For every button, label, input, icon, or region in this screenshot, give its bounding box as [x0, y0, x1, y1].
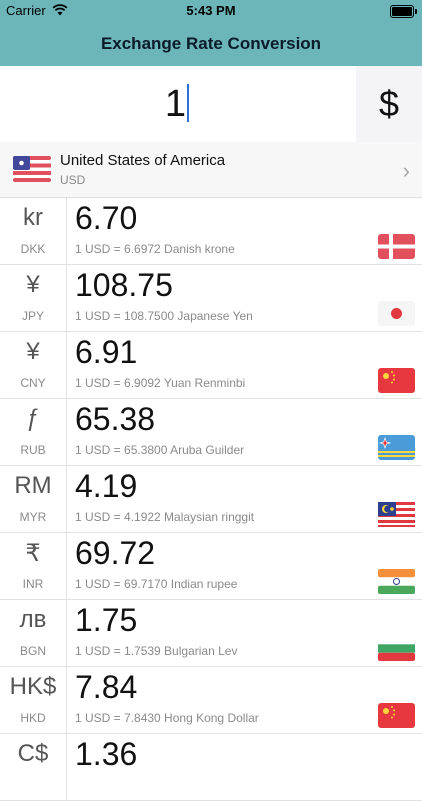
us-flag-icon — [13, 156, 51, 182]
bulgaria-flag-icon — [378, 636, 415, 661]
converted-value: 1.36 — [75, 736, 138, 772]
currency-symbol-cell: RM MYR — [0, 466, 67, 532]
currency-symbol-cell: ¥ CNY — [0, 332, 67, 398]
currency-code: JPY — [21, 309, 44, 323]
currency-symbol: kr — [23, 204, 43, 231]
rate-row-rub[interactable]: ƒ RUB 65.38 1 USD = 65.3800 Aruba Guilde… — [0, 399, 422, 466]
rate-description: 1 USD = 108.7500 Japanese Yen — [75, 309, 253, 323]
denmark-flag-icon — [378, 234, 415, 259]
converted-value: 1.75 — [75, 602, 138, 638]
china-flag-icon — [378, 703, 415, 728]
currency-symbol-cell: ¥ JPY — [0, 265, 67, 331]
currency-code: RUB — [20, 443, 46, 457]
currency-symbol: ₹ — [25, 540, 41, 567]
india-flag-icon — [378, 569, 415, 594]
base-currency-row[interactable]: United States of America USD › — [0, 142, 422, 198]
rate-row-dkk[interactable]: kr DKK 6.70 1 USD = 6.6972 Danish krone — [0, 198, 422, 265]
rate-row-inr[interactable]: ₹ INR 69.72 1 USD = 69.7170 Indian rupee — [0, 533, 422, 600]
currency-code: MYR — [19, 510, 47, 524]
malaysia-flag-icon — [378, 502, 415, 527]
rate-description: 1 USD = 65.3800 Aruba Guilder — [75, 443, 245, 457]
currency-symbol-cell: ƒ RUB — [0, 399, 67, 465]
rate-row-bgn[interactable]: лв BGN 1.75 1 USD = 1.7539 Bulgarian Lev — [0, 600, 422, 667]
rate-description: 1 USD = 4.1922 Malaysian ringgit — [75, 510, 255, 524]
rate-description: 1 USD = 1.7539 Bulgarian Lev — [75, 644, 238, 658]
currency-symbol: HK$ — [9, 673, 57, 700]
rate-row-hkd[interactable]: HK$ HKD 7.84 1 USD = 7.8430 Hong Kong Do… — [0, 667, 422, 734]
currency-code: DKK — [20, 242, 46, 256]
amount-value: 1 — [164, 83, 187, 125]
base-country-name: United States of America — [60, 152, 226, 169]
rates-list: kr DKK 6.70 1 USD = 6.6972 Danish krone … — [0, 198, 422, 801]
currency-symbol: ƒ — [26, 405, 40, 432]
currency-symbol: C$ — [17, 740, 49, 767]
base-currency-code: USD — [60, 173, 86, 187]
amount-input-row: 1 $ — [0, 66, 422, 143]
currency-symbol: ¥ — [26, 271, 40, 298]
currency-symbol: ¥ — [26, 338, 40, 365]
currency-symbol-cell: kr DKK — [0, 198, 67, 264]
currency-symbol-cell: HK$ HKD — [0, 667, 67, 733]
currency-symbol: RM — [14, 472, 52, 499]
currency-symbol-cell: ₹ INR — [0, 533, 67, 599]
currency-symbol-cell: лв BGN — [0, 600, 67, 666]
rate-description: 1 USD = 69.7170 Indian rupee — [75, 577, 238, 591]
currency-code: BGN — [19, 644, 46, 658]
currency-symbol: лв — [19, 606, 47, 633]
rate-row-jpy[interactable]: ¥ JPY 108.75 1 USD = 108.7500 Japanese Y… — [0, 265, 422, 332]
japan-flag-icon — [378, 301, 415, 326]
rate-description: 1 USD = 6.6972 Danish krone — [75, 242, 235, 256]
rate-description: 1 USD = 6.9092 Yuan Renminbi — [75, 376, 246, 390]
china-flag-icon — [378, 368, 415, 393]
amount-input[interactable]: 1 — [0, 84, 354, 124]
rate-row-partial[interactable]: C$ 1.36 — [0, 734, 422, 801]
rate-description: 1 USD = 7.8430 Hong Kong Dollar — [75, 711, 259, 725]
aruba-flag-icon — [378, 435, 415, 460]
converted-value: 108.75 — [75, 267, 173, 303]
converted-value: 4.19 — [75, 468, 138, 504]
currency-code: HKD — [20, 711, 46, 725]
status-bar: Carrier 5:43 PM — [0, 0, 422, 22]
currency-symbol-button[interactable]: $ — [356, 66, 422, 142]
battery-icon — [390, 5, 417, 18]
currency-code: CNY — [20, 376, 46, 390]
converted-value: 6.91 — [75, 334, 138, 370]
page-title: Exchange Rate Conversion — [100, 34, 322, 53]
currency-symbol-cell: C$ — [0, 734, 67, 800]
chevron-right-icon: › — [402, 158, 410, 183]
converted-value: 69.72 — [75, 535, 156, 571]
converted-value: 65.38 — [75, 401, 156, 437]
navigation-bar: Exchange Rate Conversion — [0, 22, 422, 66]
converted-value: 7.84 — [75, 669, 138, 705]
converted-value: 6.70 — [75, 200, 138, 236]
clock: 5:43 PM — [186, 3, 236, 18]
rate-row-myr[interactable]: RM MYR 4.19 1 USD = 4.1922 Malaysian rin… — [0, 466, 422, 533]
text-caret — [187, 84, 190, 122]
rate-row-cny[interactable]: ¥ CNY 6.91 1 USD = 6.9092 Yuan Renminbi — [0, 332, 422, 399]
currency-code: INR — [22, 577, 44, 591]
